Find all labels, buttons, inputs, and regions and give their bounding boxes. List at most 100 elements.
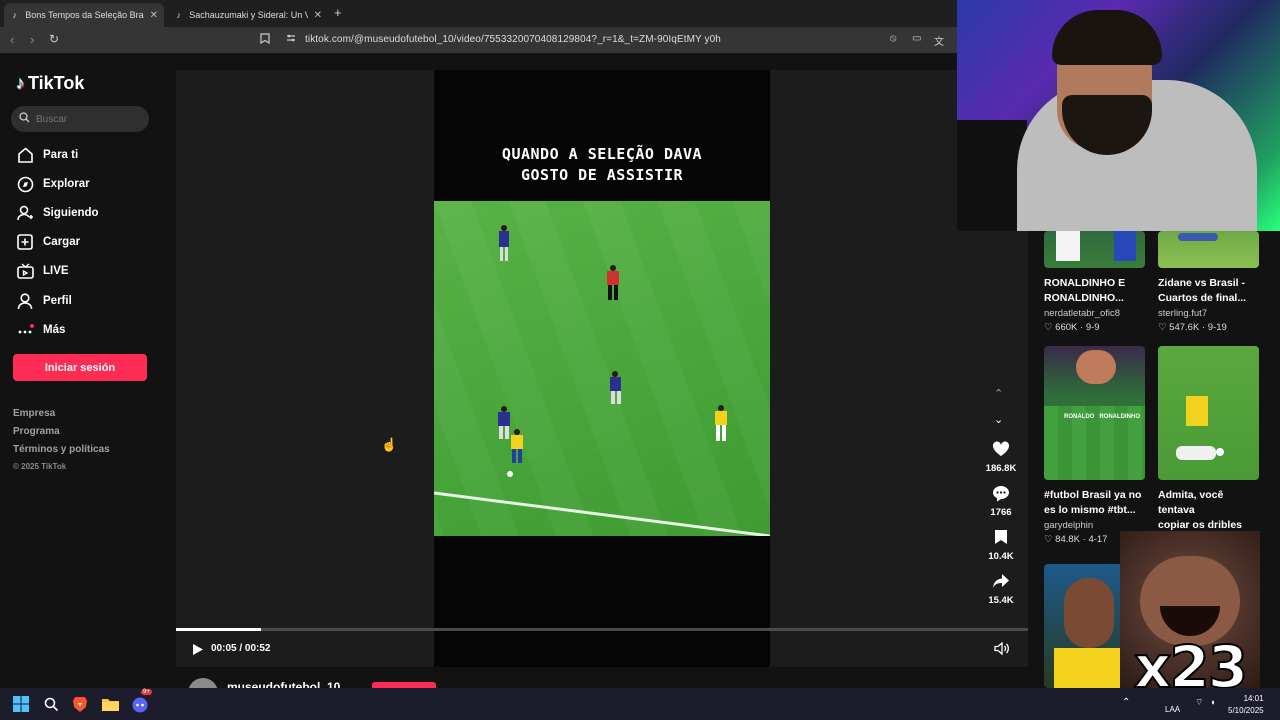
heart-icon xyxy=(980,441,1022,461)
tiktok-favicon-icon: ♪ xyxy=(176,10,181,20)
tray-chevron-icon[interactable]: ⌃ xyxy=(1122,697,1130,708)
avatar[interactable] xyxy=(188,678,218,688)
close-tab-icon[interactable]: ✕ xyxy=(314,10,322,21)
video-player[interactable]: QUANDO A SELEÇÃO DAVA GOSTO DE ASSISTIR xyxy=(176,70,1028,667)
search-box[interactable] xyxy=(11,106,149,132)
site-info-icon[interactable] xyxy=(286,33,296,46)
save-button[interactable]: 10.4K xyxy=(980,529,1022,562)
previous-video-icon[interactable]: ⌃ xyxy=(994,387,1003,400)
likes-count: 660K xyxy=(1055,322,1078,333)
footer-link-terminos[interactable]: Términos y políticas xyxy=(13,444,110,455)
video-title: #futbol Brasil ya no es lo mismo #tbt... xyxy=(1044,488,1145,518)
comment-button[interactable]: 1766 xyxy=(980,485,1022,518)
caption-line: GOSTO DE ASSISTIR xyxy=(520,166,684,184)
next-video-icon[interactable]: ⌄ xyxy=(994,413,1003,426)
share-button[interactable]: 15.4K xyxy=(980,573,1022,606)
nav-explorar[interactable]: Explorar xyxy=(16,175,90,193)
nav-para-ti[interactable]: Para ti xyxy=(16,146,78,164)
taskbar-clock[interactable]: 14:01 5/10/2025 xyxy=(1228,693,1264,717)
author-name[interactable]: museudofutebol_10 xyxy=(227,680,340,688)
notification-badge: 9+ xyxy=(141,689,152,695)
nav-live[interactable]: LIVE xyxy=(16,262,69,280)
video-frame[interactable]: QUANDO A SELEÇÃO DAVA GOSTO DE ASSISTIR xyxy=(434,70,770,667)
post-date: 9-9 xyxy=(1085,322,1100,333)
new-tab-icon[interactable]: + xyxy=(334,5,342,20)
file-explorer-icon[interactable] xyxy=(101,695,119,713)
video-thumbnail[interactable]: RONALDO RONALDINHO xyxy=(1044,346,1145,480)
translate-icon[interactable]: 文 xyxy=(934,33,944,48)
video-card[interactable]: Admita, você tentava copiar os dribles d… xyxy=(1158,346,1259,561)
save-count: 10.4K xyxy=(988,551,1014,562)
brave-browser-icon[interactable] xyxy=(71,695,89,713)
search-input[interactable] xyxy=(36,113,136,125)
live-icon xyxy=(16,262,34,280)
input-language[interactable]: LAA xyxy=(1165,705,1180,714)
footer-link-empresa[interactable]: Empresa xyxy=(13,408,55,419)
browser-tab-active[interactable]: ♪ Bons Tempos da Seleção Brasilei ✕ xyxy=(4,3,164,27)
progress-fill xyxy=(176,628,262,631)
login-button[interactable]: Iniciar sesión xyxy=(13,354,147,381)
wifi-icon[interactable]: ⌔ xyxy=(1195,697,1203,708)
video-author[interactable]: garydelphin xyxy=(1044,520,1145,531)
tiktok-logo[interactable]: ♪ TikTok xyxy=(16,73,84,94)
taskbar: 9+ ⌃ LAA ⌔ ◖ 14:01 5/10/2025 xyxy=(0,688,1280,720)
search-icon[interactable] xyxy=(42,695,60,713)
title-line: Cuartos de final... xyxy=(1158,292,1247,304)
search-icon xyxy=(19,112,30,126)
title-line: #futbol Brasil ya no xyxy=(1044,489,1142,501)
back-icon[interactable]: ‹ xyxy=(10,32,14,47)
football-pitch-image xyxy=(434,201,770,536)
comment-icon xyxy=(980,485,1022,505)
heart-icon: ♡ xyxy=(1044,322,1053,333)
reload-icon[interactable]: ↻ xyxy=(49,32,59,46)
meme-overlay: x23 xyxy=(1120,531,1260,691)
nav-perfil[interactable]: Perfil xyxy=(16,292,72,310)
heart-icon: ♡ xyxy=(1158,322,1167,333)
tab-title: Sachauzumaki y Sideral: Un Viaje Cre xyxy=(189,10,307,20)
bookmark-icon[interactable] xyxy=(260,33,270,47)
video-progress-bar[interactable] xyxy=(176,628,1028,631)
video-title: RONALDINHO E RONALDINHO... xyxy=(1044,276,1145,306)
video-card[interactable]: RONALDINHO E RONALDINHO... nerdatletabr_… xyxy=(1044,231,1145,333)
close-tab-icon[interactable]: ✕ xyxy=(150,10,158,21)
video-thumbnail[interactable] xyxy=(1044,231,1145,268)
url-field[interactable]: tiktok.com/@museudofutebol_10/video/7553… xyxy=(305,34,721,45)
discord-icon[interactable]: 9+ xyxy=(131,689,152,713)
video-title: Zidane vs Brasil - Cuartos de final... xyxy=(1158,276,1259,306)
video-author[interactable]: nerdatletabr_ofic8 xyxy=(1044,308,1145,319)
video-caption: QUANDO A SELEÇÃO DAVA GOSTO DE ASSISTIR xyxy=(434,144,770,186)
volume-icon[interactable] xyxy=(994,641,1009,658)
title-line: RONALDINHO... xyxy=(1044,292,1124,304)
title-line: Zidane vs Brasil - xyxy=(1158,277,1245,289)
meme-counter-label: x23 xyxy=(1133,632,1249,691)
clock-date: 5/10/2025 xyxy=(1228,706,1264,715)
nav-cargar[interactable]: Cargar xyxy=(16,233,80,251)
nav-siguiendo[interactable]: Siguiendo xyxy=(16,204,99,222)
video-author[interactable]: sterling.fut7 xyxy=(1158,308,1259,319)
footer-link-programa[interactable]: Programa xyxy=(13,426,60,437)
tab-title: Bons Tempos da Seleção Brasilei xyxy=(25,10,144,20)
video-thumbnail[interactable] xyxy=(1158,346,1259,480)
nav-label: Explorar xyxy=(43,178,90,190)
cast-icon[interactable]: ▭ xyxy=(912,33,921,44)
forward-icon[interactable]: › xyxy=(30,32,34,47)
logo-text: TikTok xyxy=(28,73,85,93)
video-thumbnail[interactable] xyxy=(1158,231,1259,268)
speaker-icon[interactable]: ◖ xyxy=(1210,697,1215,707)
share-count: 15.4K xyxy=(988,595,1014,606)
share-icon xyxy=(980,573,1022,593)
nav-label: LIVE xyxy=(43,265,69,277)
caption-line: QUANDO A SELEÇÃO DAVA xyxy=(501,145,703,163)
tiktok-favicon-icon: ♪ xyxy=(12,10,17,20)
video-card[interactable]: Zidane vs Brasil - Cuartos de final... s… xyxy=(1158,231,1259,333)
comment-count: 1766 xyxy=(990,507,1012,518)
media-off-icon[interactable]: ⦸ xyxy=(890,33,897,44)
home-icon xyxy=(16,146,34,164)
browser-tab[interactable]: ♪ Sachauzumaki y Sideral: Un Viaje Cre ✕ xyxy=(168,3,328,27)
nav-mas[interactable]: Más xyxy=(16,321,65,339)
like-button[interactable]: 186.8K xyxy=(980,441,1022,474)
play-icon[interactable] xyxy=(192,643,204,659)
video-card[interactable]: RONALDO RONALDINHO #futbol Brasil ya no … xyxy=(1044,346,1145,545)
title-line: RONALDINHO E xyxy=(1044,277,1126,289)
windows-start-icon[interactable] xyxy=(12,695,30,713)
